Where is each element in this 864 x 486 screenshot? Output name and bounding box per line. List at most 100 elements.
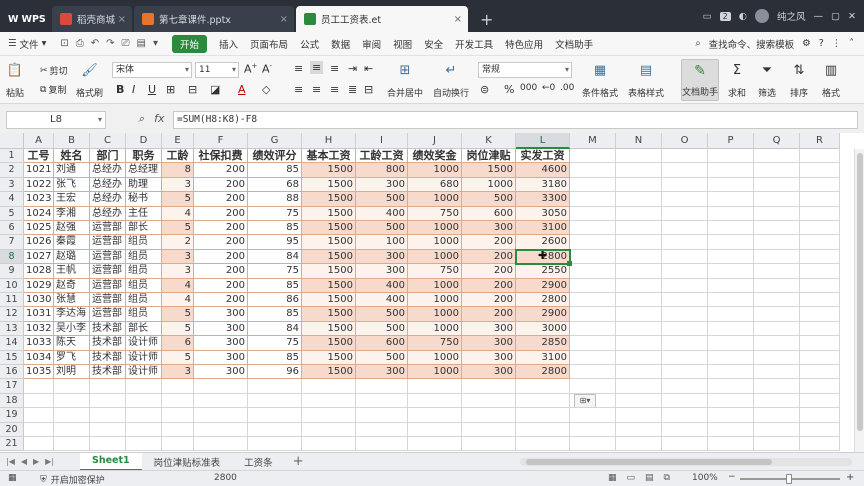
collapse-ribbon-icon[interactable]: ˄ (849, 38, 854, 49)
row-header[interactable]: 2 (0, 163, 24, 178)
table-cell[interactable]: 1033 (24, 336, 54, 351)
empty-cell[interactable] (616, 422, 662, 437)
table-cell[interactable]: 王帆 (54, 264, 90, 279)
empty-cell[interactable] (302, 437, 356, 452)
window-layout-icon[interactable]: ▭ (703, 11, 712, 22)
save-icon[interactable]: ⊡ (60, 38, 68, 49)
table-cell[interactable]: 1500 (302, 221, 356, 236)
empty-cell[interactable] (754, 206, 800, 221)
empty-cell[interactable] (708, 422, 754, 437)
table-cell[interactable]: 300 (356, 365, 408, 380)
new-tab-button[interactable]: + (470, 6, 503, 32)
empty-cell[interactable] (662, 221, 708, 236)
table-cell[interactable]: 运营部 (90, 278, 126, 293)
empty-cell[interactable] (462, 422, 516, 437)
empty-cell[interactable] (570, 365, 616, 380)
empty-cell[interactable] (616, 350, 662, 365)
table-header-cell[interactable]: 绩效评分 (248, 149, 302, 164)
empty-cell[interactable] (516, 393, 570, 409)
row-header[interactable]: 1 (0, 149, 24, 164)
page-layout-view-icon[interactable]: ▭ (627, 473, 636, 483)
row-header[interactable]: 11 (0, 293, 24, 308)
next-sheet-icon[interactable]: ▶ (33, 457, 39, 466)
empty-cell[interactable] (90, 379, 126, 394)
merge-cells-icon[interactable]: ⊟ (188, 83, 197, 96)
add-sheet-icon[interactable]: + (285, 454, 312, 469)
empty-cell[interactable] (754, 278, 800, 293)
format-button[interactable]: ▥ 格式 (822, 62, 840, 100)
row-header[interactable]: 13 (0, 321, 24, 337)
settings-icon[interactable]: ⚙ (802, 38, 811, 49)
fill-color-icon[interactable]: ◪ (210, 83, 220, 96)
table-cell[interactable]: 300 (462, 336, 516, 351)
empty-cell[interactable] (662, 408, 708, 423)
empty-cell[interactable] (616, 379, 662, 394)
zoom-level[interactable]: 100% (692, 473, 718, 483)
font-size-select[interactable]: 11 (195, 62, 239, 78)
maximize-icon[interactable]: ▢ (831, 11, 840, 22)
empty-cell[interactable] (708, 177, 754, 193)
empty-cell[interactable] (516, 422, 570, 437)
empty-cell[interactable] (616, 437, 662, 452)
table-cell[interactable]: 1000 (462, 177, 516, 193)
empty-cell[interactable] (662, 422, 708, 437)
zoom-in-icon[interactable]: + (846, 472, 854, 483)
empty-cell[interactable] (570, 393, 616, 409)
table-cell[interactable]: 运营部 (90, 307, 126, 322)
empty-cell[interactable] (570, 163, 616, 178)
document-tab[interactable]: 第七章课件.pptx × (134, 6, 294, 32)
empty-cell[interactable] (462, 437, 516, 452)
copy-button[interactable]: ⧉ 复制 (40, 83, 66, 97)
empty-cell[interactable] (408, 437, 462, 452)
table-cell[interactable]: 1500 (302, 307, 356, 322)
close-tab-icon[interactable]: × (454, 14, 462, 25)
table-cell[interactable]: 李达海 (54, 307, 90, 322)
empty-cell[interactable] (570, 422, 616, 437)
align-top-icon[interactable]: ≡ (294, 62, 303, 75)
table-cell[interactable]: 1500 (302, 278, 356, 293)
empty-cell[interactable] (194, 408, 248, 423)
empty-cell[interactable] (194, 422, 248, 437)
empty-cell[interactable] (662, 163, 708, 178)
empty-cell[interactable] (616, 393, 662, 409)
table-cell[interactable]: 运营部 (90, 235, 126, 250)
table-header-cell[interactable]: 绩效奖金 (408, 149, 462, 164)
table-header-cell[interactable]: 工龄 (162, 149, 194, 164)
table-cell[interactable]: 1500 (302, 350, 356, 365)
document-helper-button[interactable]: ✎ 文档助手 (681, 59, 719, 101)
table-cell[interactable]: 1023 (24, 192, 54, 207)
empty-cell[interactable] (800, 408, 840, 423)
empty-cell[interactable] (356, 408, 408, 423)
table-cell[interactable]: 设计师 (126, 336, 162, 351)
empty-cell[interactable] (662, 437, 708, 452)
empty-cell[interactable] (708, 350, 754, 365)
row-header[interactable]: 17 (0, 379, 24, 394)
sheet-tab[interactable]: 岗位津贴标准表 (142, 453, 233, 471)
table-cell[interactable]: 300 (462, 350, 516, 365)
decrease-decimal-icon[interactable]: .00 (560, 83, 574, 93)
sheet-tab[interactable]: Sheet1 (80, 452, 142, 471)
table-cell[interactable]: 助理 (126, 177, 162, 193)
empty-cell[interactable] (162, 408, 194, 423)
empty-cell[interactable] (516, 437, 570, 452)
empty-cell[interactable] (570, 192, 616, 207)
distributed-icon[interactable]: ⊟ (364, 83, 373, 96)
empty-cell[interactable] (570, 278, 616, 293)
table-cell[interactable]: 4 (162, 206, 194, 221)
table-cell[interactable]: 张飞 (54, 177, 90, 193)
table-header-cell[interactable]: 部门 (90, 149, 126, 164)
empty-cell[interactable] (800, 379, 840, 394)
table-cell[interactable]: 1000 (408, 293, 462, 308)
empty-cell[interactable] (126, 393, 162, 409)
empty-cell[interactable] (662, 293, 708, 308)
table-cell[interactable]: 6 (162, 336, 194, 351)
zoom-icon[interactable]: ⌕ (138, 112, 144, 126)
table-cell[interactable]: 95 (248, 235, 302, 250)
table-cell[interactable]: 3300 (516, 192, 570, 207)
horizontal-scrollbar[interactable] (520, 458, 852, 466)
empty-cell[interactable] (754, 149, 800, 164)
empty-cell[interactable] (662, 235, 708, 250)
row-header[interactable]: 6 (0, 221, 24, 236)
row-header[interactable]: 3 (0, 177, 24, 193)
table-cell[interactable]: 200 (194, 192, 248, 207)
